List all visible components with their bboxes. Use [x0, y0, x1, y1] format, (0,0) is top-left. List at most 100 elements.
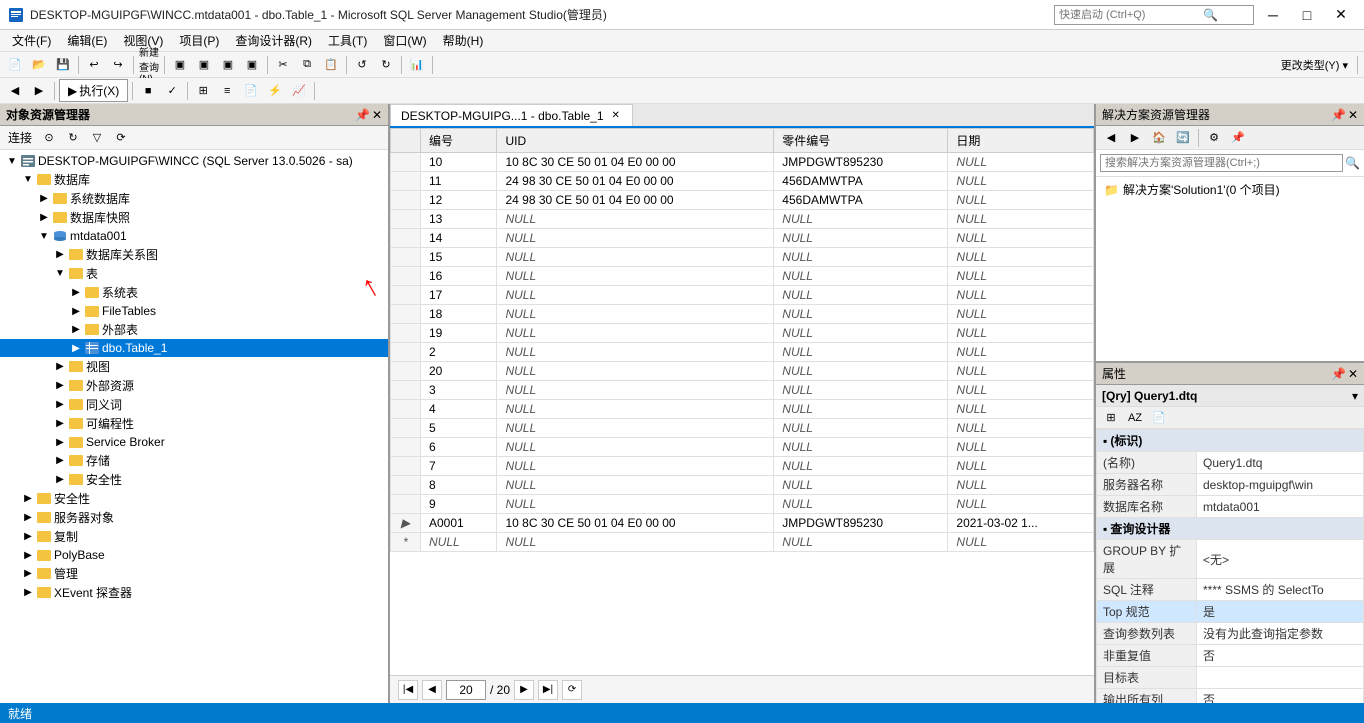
toolbar-btn-e[interactable]: ↺ [351, 54, 373, 76]
expand-xevent[interactable]: ▶ [20, 585, 36, 601]
toolbar-client-stats[interactable]: 📈 [288, 80, 310, 102]
expand-exttables[interactable]: ▶ [68, 322, 84, 338]
sol-pin3-icon[interactable]: 📌 [1227, 127, 1249, 149]
table-row[interactable]: 2NULLNULLNULL [391, 343, 1094, 362]
quick-launch[interactable]: 🔍 [1054, 5, 1254, 25]
props-dropdown-icon[interactable]: ▾ [1352, 389, 1358, 403]
table-row[interactable]: 1224 98 30 CE 50 01 04 E0 00 00456DAMWTP… [391, 191, 1094, 210]
table-row[interactable]: 19NULLNULLNULL [391, 324, 1094, 343]
tree-node-systables[interactable]: ▶ 系统表 [0, 283, 388, 302]
expand-replication[interactable]: ▶ [20, 529, 36, 545]
expand-security3[interactable]: ▶ [52, 472, 68, 488]
table-row[interactable]: *NULLNULLNULLNULL [391, 533, 1094, 552]
page-first-button[interactable]: |◀ [398, 680, 418, 700]
props-categorized-icon[interactable]: ⊞ [1100, 407, 1122, 429]
toolbar-redo[interactable]: ↪ [107, 54, 129, 76]
table-row[interactable]: 1010 8C 30 CE 50 01 04 E0 00 00JMPDGWT89… [391, 153, 1094, 172]
solution-search-input[interactable] [1100, 154, 1343, 172]
tab-close-icon[interactable]: ✕ [610, 109, 622, 122]
toolbar-report[interactable]: 📊 [406, 54, 428, 76]
quick-launch-input[interactable] [1059, 9, 1199, 21]
props-alphabetical-icon[interactable]: AZ [1124, 407, 1146, 429]
table-row[interactable]: 17NULLNULLNULL [391, 286, 1094, 305]
toolbar-btn-a[interactable]: ▣ [169, 54, 191, 76]
menu-edit[interactable]: 编辑(E) [59, 30, 115, 51]
refresh-icon[interactable]: ↻ [62, 127, 84, 149]
expand-mtdata001[interactable]: ▼ [36, 228, 52, 244]
menu-tools[interactable]: 工具(T) [320, 30, 375, 51]
sol-back-icon[interactable]: ◀ [1100, 127, 1122, 149]
expand-db[interactable]: ▼ [20, 172, 36, 188]
toolbar-new[interactable]: 📄 [4, 54, 26, 76]
toolbar-text-results[interactable]: ≡ [216, 80, 238, 102]
expand-systables[interactable]: ▶ [68, 285, 84, 301]
toolbar-cut[interactable]: ✂ [272, 54, 294, 76]
expand-storage[interactable]: ▶ [52, 453, 68, 469]
menu-project[interactable]: 项目(P) [171, 30, 227, 51]
expand-dbdiag[interactable]: ▶ [52, 247, 68, 263]
tree-node-views[interactable]: ▶ 视图 [0, 357, 388, 376]
tree-node-dbsnap[interactable]: ▶ 数据库快照 [0, 208, 388, 227]
table-row[interactable]: 14NULLNULLNULL [391, 229, 1094, 248]
tree-node-svcbroker[interactable]: ▶ Service Broker [0, 433, 388, 451]
tree-node-replication[interactable]: ▶ 复制 [0, 527, 388, 546]
expand-filetables[interactable]: ▶ [68, 303, 84, 319]
expand-views[interactable]: ▶ [52, 359, 68, 375]
table-row[interactable]: 13NULLNULLNULL [391, 210, 1094, 229]
table-row[interactable]: 7NULLNULLNULL [391, 457, 1094, 476]
refresh2-icon[interactable]: ⟳ [110, 127, 132, 149]
toolbar-stop[interactable]: ■ [137, 80, 159, 102]
props-pages-icon[interactable]: 📄 [1148, 407, 1170, 429]
tree-node-polybase[interactable]: ▶ PolyBase [0, 546, 388, 564]
toolbar-open[interactable]: 📂 [28, 54, 50, 76]
expand-identity-icon[interactable]: ▪ [1103, 434, 1107, 448]
page-current-input[interactable] [446, 680, 486, 700]
expand-tables[interactable]: ▼ [52, 266, 68, 282]
table-row[interactable]: 4NULLNULLNULL [391, 400, 1094, 419]
expand-polybase[interactable]: ▶ [20, 547, 36, 563]
expand-sysdb[interactable]: ▶ [36, 191, 52, 207]
toolbar-btn-b[interactable]: ▣ [193, 54, 215, 76]
pin2-icon[interactable]: 📌 [1331, 108, 1346, 122]
expand-mgmt[interactable]: ▶ [20, 566, 36, 582]
tree-node-exttables[interactable]: ▶ 外部表 [0, 320, 388, 339]
col-uid[interactable]: UID [497, 129, 774, 153]
close4-icon[interactable]: ✕ [1348, 367, 1358, 381]
table-row[interactable]: 5NULLNULLNULL [391, 419, 1094, 438]
tree-node-dbdiag[interactable]: ▶ 数据库关系图 [0, 245, 388, 264]
page-prev-button[interactable]: ◀ [422, 680, 442, 700]
table-row[interactable]: 1124 98 30 CE 50 01 04 E0 00 00456DAMWTP… [391, 172, 1094, 191]
expand-extres[interactable]: ▶ [52, 378, 68, 394]
toolbar-btn-d[interactable]: ▣ [241, 54, 263, 76]
toolbar-paste[interactable]: 📋 [320, 54, 342, 76]
tree-node-security1[interactable]: ▶ 安全性 [0, 489, 388, 508]
expand-dboTable1[interactable]: ▶ [68, 340, 84, 356]
panel-close-icon[interactable]: ✕ [372, 108, 382, 122]
tree-node-synonyms[interactable]: ▶ 同义词 [0, 395, 388, 414]
tree-node-sysdb[interactable]: ▶ 系统数据库 [0, 189, 388, 208]
expand-security1[interactable]: ▶ [20, 491, 36, 507]
toolbar-exec-plan[interactable]: ⚡ [264, 80, 286, 102]
tree-node-dboTable1[interactable]: ▶ dbo.Table_1 [0, 339, 388, 357]
table-row[interactable]: 8NULLNULLNULL [391, 476, 1094, 495]
toolbar-fwd[interactable]: ▶ [28, 80, 50, 102]
sol-home-icon[interactable]: 🏠 [1148, 127, 1170, 149]
table-row[interactable]: 9NULLNULLNULL [391, 495, 1094, 514]
tree-node-extres[interactable]: ▶ 外部资源 [0, 376, 388, 395]
expand-querydesigner-icon[interactable]: ▪ [1103, 522, 1107, 536]
toolbar-file-results[interactable]: 📄 [240, 80, 262, 102]
expand-dbsnap[interactable]: ▶ [36, 210, 52, 226]
page-next-button[interactable]: ▶ [514, 680, 534, 700]
tree-node-srvobj[interactable]: ▶ 服务器对象 [0, 508, 388, 527]
execute-button[interactable]: ▶ 执行(X) [59, 79, 128, 102]
col-date[interactable]: 日期 [948, 129, 1094, 153]
filter-icon[interactable]: ▽ [86, 127, 108, 149]
toolbar-parse[interactable]: ✓ [161, 80, 183, 102]
page-last-button[interactable]: ▶| [538, 680, 558, 700]
sol-fwd-icon[interactable]: ▶ [1124, 127, 1146, 149]
expand-srvobj[interactable]: ▶ [20, 510, 36, 526]
menu-file[interactable]: 文件(F) [4, 30, 59, 51]
toolbar-new-query[interactable]: 新建查询(N) [138, 54, 160, 76]
tree-node-mtdata001[interactable]: ▼ mtdata001 [0, 227, 388, 245]
connect-button[interactable]: 连接 [4, 129, 36, 146]
